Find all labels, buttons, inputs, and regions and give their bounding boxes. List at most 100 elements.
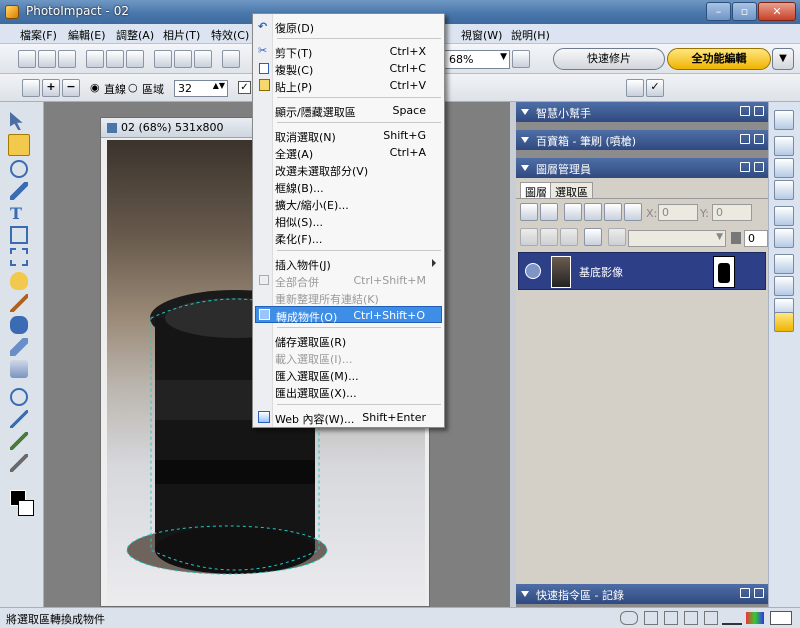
line-radio-icon[interactable]: ◉ [90, 81, 100, 94]
house-icon[interactable] [626, 79, 644, 97]
y-position-field[interactable]: 0 [712, 204, 752, 221]
apply-check-icon[interactable]: ✓ [646, 79, 664, 97]
eraser-tool-icon[interactable] [10, 338, 28, 356]
zoom-tool-icon[interactable] [10, 388, 28, 406]
menu-item-import-selection[interactable]: 匯入選取區(M)... [255, 366, 442, 383]
info-icon[interactable] [664, 611, 678, 625]
cut-icon[interactable] [154, 50, 172, 68]
menu-item-invert[interactable]: 改選未選取部分(V) [255, 161, 442, 178]
color-palette-icon[interactable] [512, 50, 530, 68]
layer-blend-icon[interactable] [608, 228, 626, 246]
print-icon[interactable] [106, 50, 124, 68]
x-position-field[interactable]: 0 [658, 204, 698, 221]
tab-layers[interactable]: 圖層 [520, 182, 552, 199]
text-tool-icon[interactable]: T [10, 204, 28, 223]
new-file-icon[interactable] [18, 50, 36, 68]
menu-item-refresh-links[interactable]: 重新整理所有連結(K) [255, 289, 442, 306]
layer-mask-icon[interactable] [560, 228, 578, 246]
blend-mode-dropdown[interactable]: ▼ [628, 230, 726, 247]
easy-palette-dock-icon[interactable] [774, 136, 794, 156]
layer-group-icon[interactable] [540, 228, 558, 246]
layer-zoom-icon[interactable] [564, 203, 582, 221]
menu-item-expand-shrink[interactable]: 擴大/縮小(E)... [255, 195, 442, 212]
option-checkbox[interactable]: ✓ [238, 81, 251, 94]
background-color-swatch[interactable] [18, 500, 34, 516]
library-dock-icon[interactable] [774, 228, 794, 248]
size-field[interactable]: 32 ▲▼ [174, 80, 228, 97]
open-file-icon[interactable] [38, 50, 56, 68]
menu-item-deselect[interactable]: 取消選取(N) Shift+G [255, 127, 442, 144]
layer-dock-icon[interactable] [774, 158, 794, 178]
close-panel-icon[interactable] [754, 162, 764, 172]
mode-dropdown-button[interactable]: ▼ [772, 48, 794, 70]
help-dock-icon[interactable] [774, 312, 794, 332]
menu-item-similar[interactable]: 相似(S)... [255, 212, 442, 229]
undo-icon[interactable] [222, 50, 240, 68]
quick-command-dock-icon[interactable] [774, 276, 794, 296]
selection-mode-icon[interactable] [22, 79, 40, 97]
menu-item-paste[interactable]: 貼上(P) Ctrl+V [255, 77, 442, 94]
path-tool-icon[interactable] [10, 432, 28, 450]
menu-item-convert-to-object[interactable]: 轉成物件(O) Ctrl+Shift+O [255, 306, 442, 324]
gallery-dock-icon[interactable] [774, 180, 794, 200]
menu-item-copy[interactable]: 複製(C) Ctrl+C [255, 60, 442, 77]
fill-tool-icon[interactable] [10, 360, 28, 378]
menu-file[interactable]: 檔案(F) [20, 27, 57, 43]
stamp-tool-icon[interactable] [10, 316, 28, 334]
layer-lock-icon[interactable] [624, 203, 642, 221]
restore-panel-icon[interactable] [740, 588, 750, 598]
layer-properties-icon[interactable] [520, 203, 538, 221]
maximize-button[interactable]: ▫ [732, 2, 757, 21]
layer-merge-icon[interactable] [520, 228, 538, 246]
restore-panel-icon[interactable] [740, 134, 750, 144]
selection-tool-icon[interactable] [8, 134, 30, 156]
menu-item-toggle-selection[interactable]: 顯示/隱藏選取區 Space [255, 102, 442, 119]
quick-command-panel-header[interactable]: 快速指令區 - 記錄 [516, 584, 768, 604]
expand-icon[interactable] [521, 591, 529, 597]
quick-fix-button[interactable]: 快速修片 [553, 48, 665, 70]
opacity-field[interactable]: 0 [744, 230, 768, 247]
line-tool-icon[interactable] [10, 182, 28, 200]
menu-item-save-selection[interactable]: 儲存選取區(R) [255, 332, 442, 349]
layer-thumb-large-icon[interactable] [604, 203, 622, 221]
subtract-selection-icon[interactable]: − [62, 79, 80, 97]
grid-icon[interactable] [644, 611, 658, 625]
eyedropper-tool-icon[interactable] [10, 410, 28, 428]
visibility-eye-icon[interactable] [525, 263, 541, 279]
link-icon[interactable] [620, 611, 638, 625]
menu-effects[interactable]: 特效(C) [211, 27, 249, 43]
menu-adjust[interactable]: 調整(A) [116, 27, 154, 43]
minimize-button[interactable]: – [706, 2, 731, 21]
preview-icon[interactable] [770, 611, 792, 625]
menu-edit[interactable]: 編輯(E) [68, 27, 106, 43]
menu-item-web-content[interactable]: Web 內容(W)... Shift+Enter [255, 409, 442, 426]
expand-icon[interactable] [521, 165, 529, 171]
save-icon[interactable] [58, 50, 76, 68]
menu-item-merge-all[interactable]: 全部合併 Ctrl+Shift+M [255, 272, 442, 289]
menu-item-soften[interactable]: 柔化(F)... [255, 229, 442, 246]
histogram-icon[interactable] [722, 611, 742, 625]
paste-icon[interactable] [194, 50, 212, 68]
red-eye-tool-icon[interactable] [10, 272, 28, 290]
crop-tool-icon[interactable] [10, 226, 28, 244]
close-panel-icon[interactable] [754, 588, 764, 598]
tab-selection[interactable]: 選取區 [550, 182, 593, 199]
close-panel-icon[interactable] [754, 106, 764, 116]
object-dock-icon[interactable] [774, 254, 794, 274]
menu-item-insert-object[interactable]: 插入物件(J) [255, 255, 442, 272]
menu-item-undo[interactable]: ↶ 復原(D) [255, 18, 442, 35]
copy-icon[interactable] [174, 50, 192, 68]
smart-helper-panel-header[interactable]: 智慧小幫手 [516, 102, 768, 122]
close-button[interactable]: ✕ [758, 2, 796, 21]
camera-status-icon[interactable] [704, 611, 718, 625]
region-radio-icon[interactable]: ○ [128, 81, 138, 94]
menu-item-export-selection[interactable]: 匯出選取區(X)... [255, 383, 442, 400]
menu-window[interactable]: 視窗(W) [461, 27, 502, 43]
zoom-combo[interactable]: 68% ▼ [444, 50, 510, 69]
lasso-tool-icon[interactable] [10, 160, 28, 178]
paint-brush-icon[interactable] [10, 294, 28, 312]
color-bar-icon[interactable] [746, 612, 764, 624]
pointer-tool-icon[interactable] [10, 112, 23, 130]
add-selection-icon[interactable]: + [42, 79, 60, 97]
brush-dock-icon[interactable] [774, 206, 794, 226]
